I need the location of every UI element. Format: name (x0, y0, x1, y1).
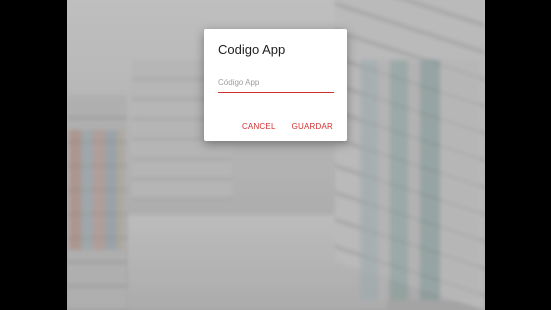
app-code-input[interactable] (218, 75, 334, 93)
dialog-actions: CANCEL GUARDAR (242, 122, 333, 131)
cancel-button[interactable]: CANCEL (242, 122, 276, 131)
dialog-title: Codigo App (218, 42, 286, 57)
app-window: Codigo App CANCEL GUARDAR (0, 0, 551, 310)
save-button[interactable]: GUARDAR (292, 122, 333, 131)
app-code-dialog: Codigo App CANCEL GUARDAR (204, 29, 347, 141)
